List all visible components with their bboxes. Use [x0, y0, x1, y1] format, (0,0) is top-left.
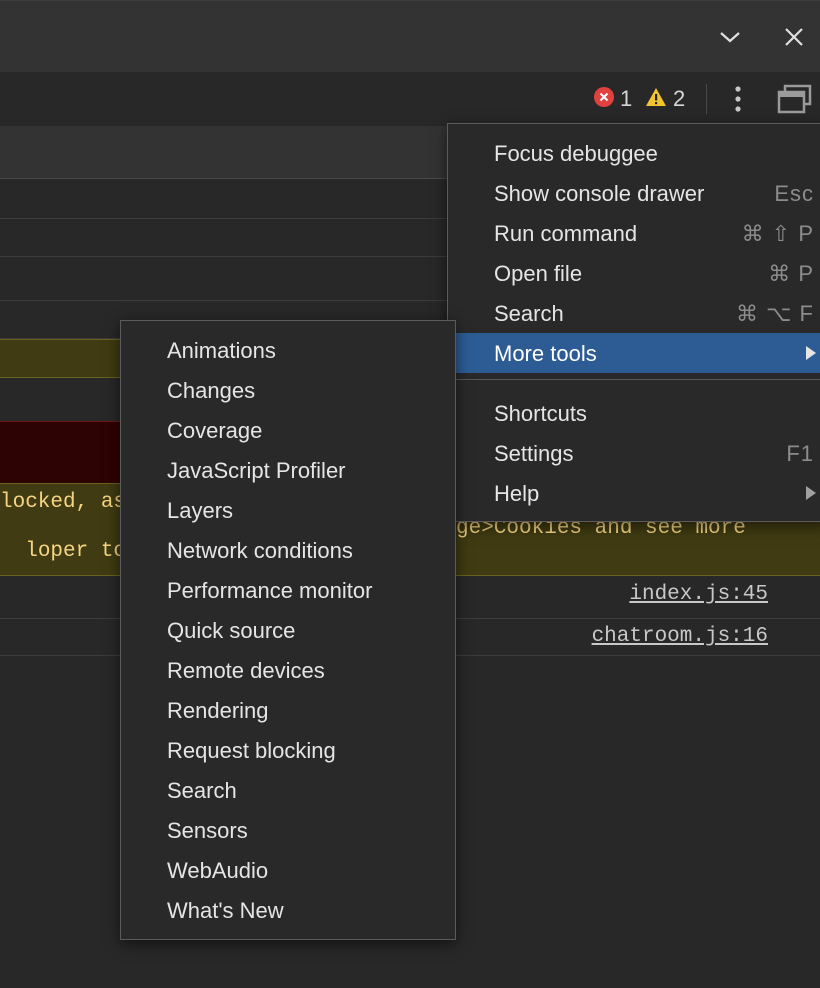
main-menu: Focus debuggee Show console drawer Esc R… — [447, 123, 820, 522]
menu-item-label: Run command — [494, 221, 638, 246]
submenu-item-network-conditions[interactable]: Network conditions — [121, 530, 455, 570]
menu-item-label: Open file — [494, 261, 583, 286]
source-link[interactable]: index.js:45 — [629, 583, 768, 606]
submenu-item-label: Rendering — [167, 698, 269, 723]
submenu-item-rendering[interactable]: Rendering — [121, 690, 455, 730]
menu-item-open-file[interactable]: Open file ⌘ P — [448, 253, 820, 293]
submenu-item-label: Search — [167, 778, 237, 803]
menu-item-label: More tools — [494, 341, 597, 366]
submenu-item-animations[interactable]: Animations — [121, 330, 455, 370]
warning-count[interactable]: 2 — [673, 86, 685, 112]
menu-item-label: Show console drawer — [494, 181, 705, 206]
menu-item-shortcut: ⌘ ⌥ F — [735, 301, 814, 326]
menu-item-label: Search — [494, 301, 564, 326]
menu-item-more-tools[interactable]: More tools — [448, 333, 820, 373]
menu-divider — [448, 379, 820, 380]
menu-item-label: Settings — [494, 441, 574, 466]
submenu-item-layers[interactable]: Layers — [121, 490, 455, 530]
submenu-item-label: Remote devices — [167, 658, 325, 683]
submenu-item-label: Network conditions — [167, 538, 353, 563]
submenu-item-whats-new[interactable]: What's New — [121, 890, 455, 930]
devtools-toolbar — [0, 72, 820, 127]
more-tools-submenu: Animations Changes Coverage JavaScript P… — [120, 320, 456, 940]
menu-item-run-command[interactable]: Run command ⌘ ⇧ P — [448, 213, 820, 253]
menu-item-shortcut: ⌘ P — [768, 261, 814, 286]
submenu-item-label: What's New — [167, 898, 284, 923]
menu-item-settings[interactable]: Settings F1 — [448, 433, 820, 473]
submenu-item-sensors[interactable]: Sensors — [121, 810, 455, 850]
submenu-arrow-icon — [806, 486, 816, 500]
submenu-item-label: Quick source — [167, 618, 296, 643]
menu-item-search[interactable]: Search ⌘ ⌥ F — [448, 293, 820, 333]
more-options-icon[interactable] — [726, 84, 750, 114]
menu-item-label: Focus debuggee — [494, 141, 658, 166]
submenu-item-changes[interactable]: Changes — [121, 370, 455, 410]
error-count[interactable]: 1 — [620, 86, 632, 112]
menu-item-show-console-drawer[interactable]: Show console drawer Esc — [448, 173, 820, 213]
source-link[interactable]: chatroom.js:16 — [592, 625, 768, 648]
menu-item-focus-debuggee[interactable]: Focus debuggee — [448, 133, 820, 173]
chevron-down-icon[interactable] — [716, 23, 744, 51]
submenu-arrow-icon — [806, 346, 816, 360]
submenu-item-javascript-profiler[interactable]: JavaScript Profiler — [121, 450, 455, 490]
submenu-item-search[interactable]: Search — [121, 770, 455, 810]
toolbar-divider — [706, 84, 707, 114]
window-title-bar — [0, 0, 820, 73]
submenu-item-label: Changes — [167, 378, 256, 403]
submenu-item-label: Layers — [167, 498, 234, 523]
error-icon[interactable] — [594, 87, 614, 107]
submenu-item-label: Animations — [167, 338, 276, 363]
warning-message-text: locked, as — [0, 491, 127, 514]
submenu-item-label: Performance monitor — [167, 578, 373, 603]
menu-item-shortcut: F1 — [786, 441, 814, 466]
submenu-item-label: Request blocking — [167, 738, 336, 763]
menu-item-label: Help — [494, 481, 540, 506]
submenu-item-coverage[interactable]: Coverage — [121, 410, 455, 450]
submenu-item-remote-devices[interactable]: Remote devices — [121, 650, 455, 690]
menu-item-shortcut: Esc — [774, 181, 814, 206]
submenu-item-label: WebAudio — [167, 858, 269, 883]
submenu-item-label: JavaScript Profiler — [167, 458, 346, 483]
menu-item-shortcut: ⌘ ⇧ P — [741, 221, 814, 246]
submenu-item-quick-source[interactable]: Quick source — [121, 610, 455, 650]
undock-icon[interactable] — [776, 82, 812, 116]
submenu-item-request-blocking[interactable]: Request blocking — [121, 730, 455, 770]
submenu-item-label: Sensors — [167, 818, 248, 843]
menu-item-shortcuts[interactable]: Shortcuts — [448, 393, 820, 433]
menu-item-label: Shortcuts — [494, 401, 587, 426]
warning-icon[interactable] — [645, 86, 667, 108]
submenu-item-performance-monitor[interactable]: Performance monitor — [121, 570, 455, 610]
menu-item-help[interactable]: Help — [448, 473, 820, 513]
submenu-item-webaudio[interactable]: WebAudio — [121, 850, 455, 890]
submenu-item-label: Coverage — [167, 418, 263, 443]
close-icon[interactable] — [780, 23, 808, 51]
